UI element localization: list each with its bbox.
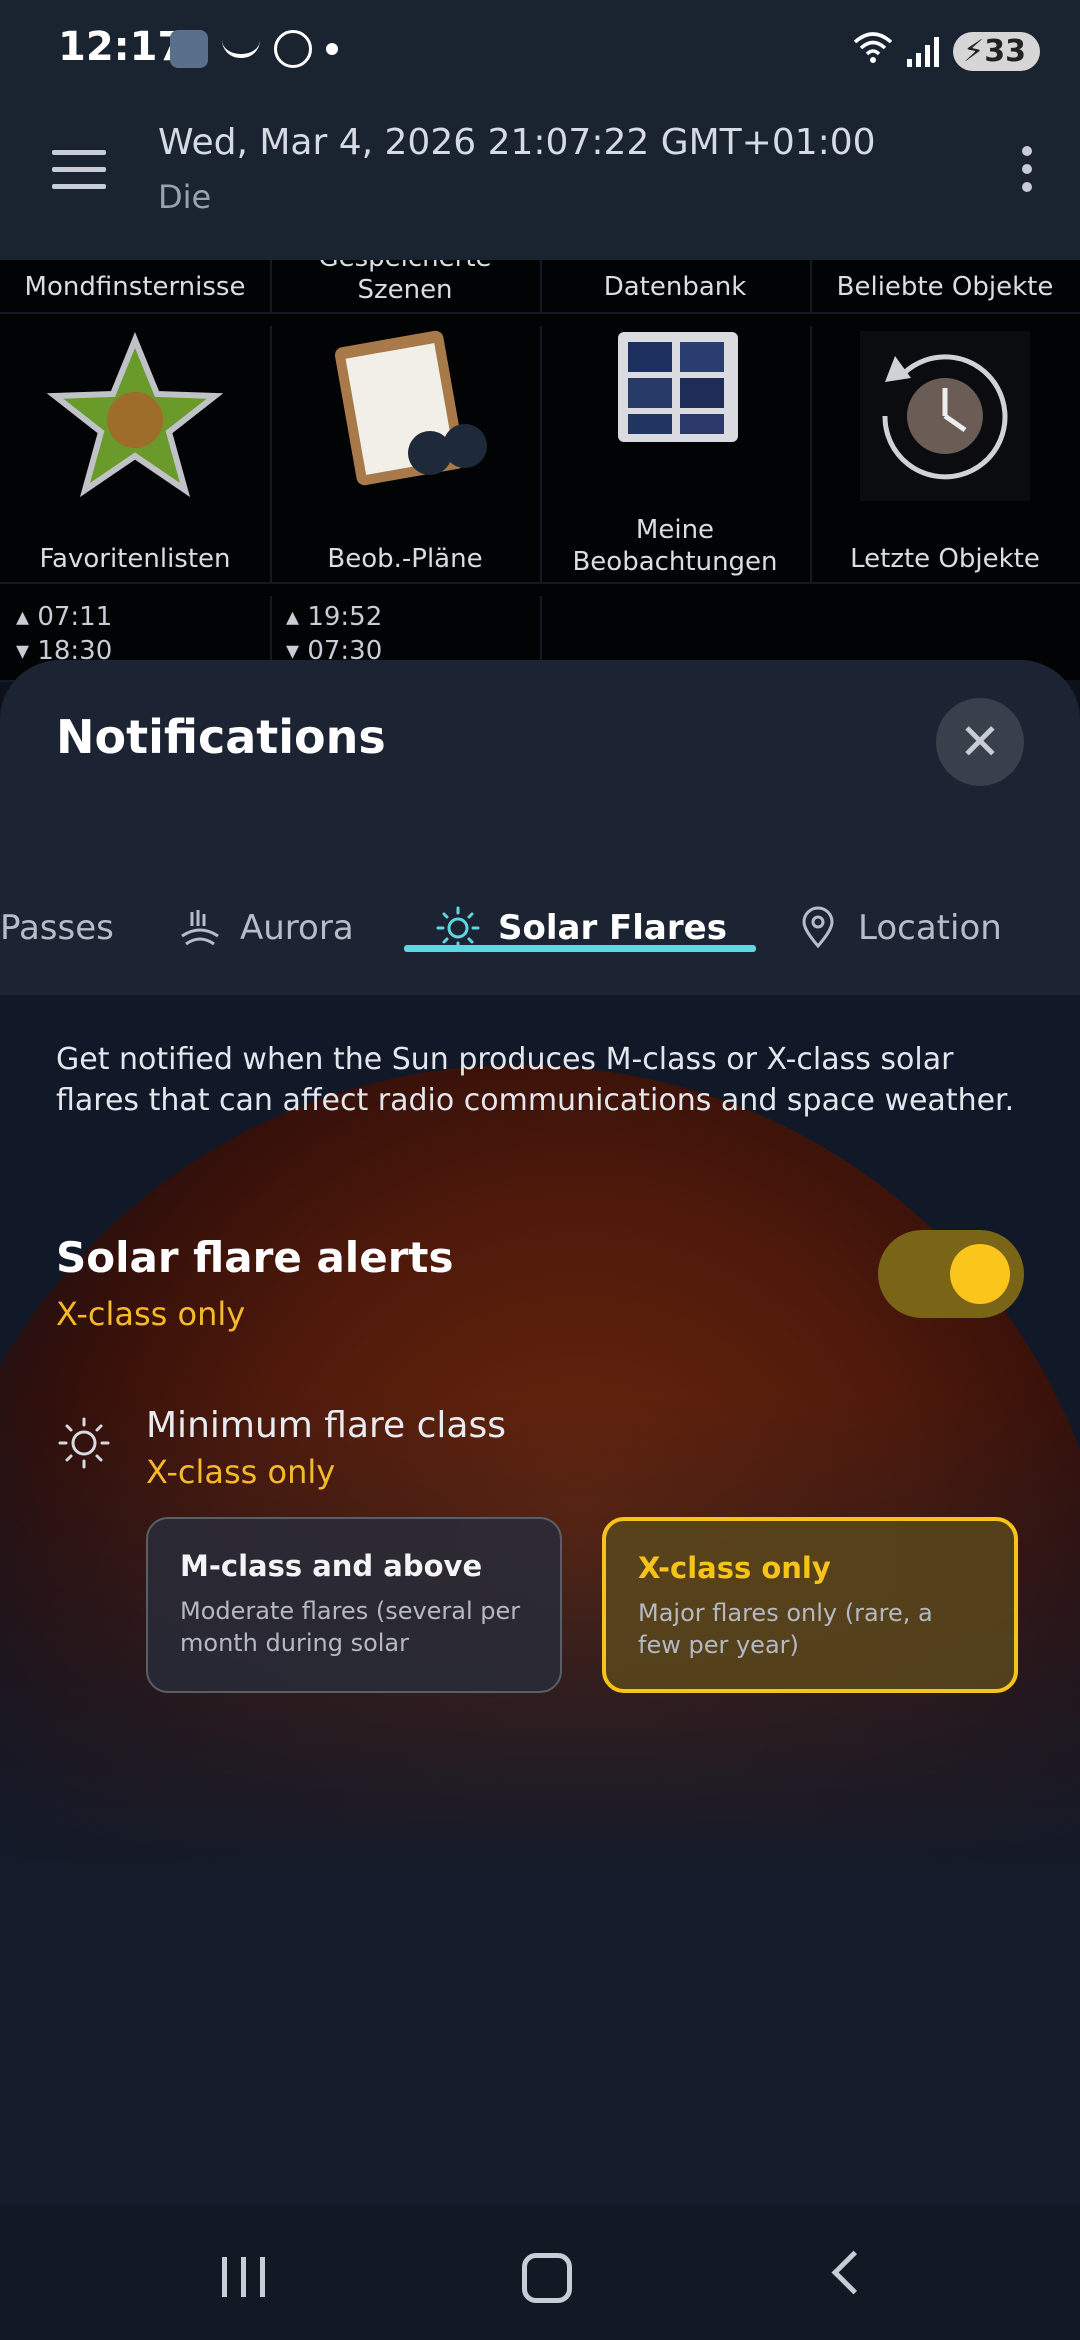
option-description: Major flares only (rare, a few per year) <box>638 1599 933 1659</box>
status-system-icons: ⚡33 <box>853 30 1040 72</box>
option-title: M-class and above <box>180 1549 483 1583</box>
rise-time-value: 19:52 <box>307 602 383 632</box>
grid-item-gespeicherte-szenen[interactable]: Gespeicherte Szenen <box>270 260 542 314</box>
amazon-icon <box>222 40 260 58</box>
wifi-icon <box>853 30 893 72</box>
system-nav-bar <box>0 2205 1080 2340</box>
toggle-knob <box>950 1244 1010 1304</box>
grid-item-letzte-objekte[interactable]: Letzte Objekte <box>810 326 1080 584</box>
clipboard-binoculars-icon <box>334 330 487 486</box>
grid-item-label: Mondfinsternisse <box>24 272 246 302</box>
grid-item-label: Favoritenlisten <box>39 544 231 574</box>
grid-item-label: Meine Beobachtungen <box>572 515 778 577</box>
alert-toggle-title: Solar flare alerts <box>56 1233 454 1282</box>
min-flare-class-value: X-class only <box>146 1453 336 1491</box>
sun-icon <box>436 906 480 949</box>
globe-icon <box>274 30 312 68</box>
option-description: Moderate flares (several per month durin… <box>180 1597 521 1657</box>
min-flare-class-title: Minimum flare class <box>146 1405 506 1446</box>
app-bar: Wed, Mar 4, 2026 21:07:22 GMT+01:00 Die <box>0 100 1080 260</box>
grid-item-label: Datenbank <box>603 272 747 302</box>
sun-icon <box>58 1417 110 1469</box>
close-button[interactable]: ✕ <box>936 698 1024 786</box>
back-button[interactable] <box>831 2250 876 2295</box>
star-icon <box>46 332 224 498</box>
tab-label: Location <box>858 907 1002 948</box>
option-m-class[interactable]: M-class and above Moderate flares (sever… <box>146 1517 562 1693</box>
solar-flare-alerts-toggle[interactable] <box>878 1230 1024 1318</box>
grid-item-label: Letzte Objekte <box>850 544 1040 574</box>
grid-item-mondfinsternisse[interactable]: Mondfinsternisse <box>0 260 272 314</box>
grid-item-favoritenlisten[interactable]: Favoritenlisten <box>0 326 272 584</box>
sheet-header: Notifications ✕ Passes Aurora Solar Flar… <box>0 660 1080 995</box>
notifications-sheet: Notifications ✕ Passes Aurora Solar Flar… <box>0 660 1080 2205</box>
app-notification-icon <box>170 30 208 68</box>
signal-icon <box>907 35 940 67</box>
photo-album-icon <box>618 332 738 442</box>
tab-aurora[interactable]: Aurora <box>178 860 354 995</box>
alert-toggle-subtitle: X-class only <box>56 1295 246 1333</box>
tab-passes[interactable]: Passes <box>0 860 114 995</box>
grid-item-meine-beobachtungen[interactable]: Meine Beobachtungen <box>540 326 812 584</box>
sheet-title: Notifications <box>56 710 386 764</box>
rise-time: ▴ 19:52 <box>286 602 383 632</box>
tab-location[interactable]: Location <box>796 860 1002 995</box>
tab-label: Aurora <box>240 907 354 948</box>
grid-item-beob-plaene[interactable]: Beob.-Pläne <box>270 326 542 584</box>
home-button[interactable] <box>522 2253 572 2303</box>
history-galaxy-icon <box>860 331 1030 501</box>
grid-item-datenbank[interactable]: Datenbank <box>540 260 812 314</box>
more-notifications-dot-icon <box>326 43 338 55</box>
feature-grid: Mondfinsternisse Gespeicherte Szenen Dat… <box>0 260 1080 682</box>
solar-flares-panel: Get notified when the Sun produces M-cla… <box>0 995 1080 2205</box>
status-time: 12:17 <box>58 24 186 70</box>
status-notification-icons <box>170 30 338 68</box>
app-subtitle: Die <box>158 178 212 216</box>
option-x-class[interactable]: X-class only Major flares only (rare, a … <box>602 1517 1018 1693</box>
option-title: X-class only <box>638 1551 831 1585</box>
aurora-icon <box>181 909 219 945</box>
active-tab-indicator <box>404 945 756 952</box>
rise-time: ▴ 07:11 <box>16 602 113 632</box>
close-icon: ✕ <box>959 713 1001 771</box>
grid-item-beliebte-objekte[interactable]: Beliebte Objekte <box>810 260 1080 314</box>
rise-time-value: 07:11 <box>37 602 113 632</box>
battery-indicator: ⚡33 <box>953 31 1040 71</box>
grid-item-label: Beob.-Pläne <box>327 544 483 574</box>
grid-item-label: Beliebte Objekte <box>836 272 1054 302</box>
app-title: Wed, Mar 4, 2026 21:07:22 GMT+01:00 <box>158 122 876 163</box>
grid-item-label: Gespeicherte Szenen <box>318 260 491 305</box>
battery-level: 33 <box>984 33 1026 69</box>
recent-apps-button[interactable] <box>222 2257 265 2297</box>
notification-tabs: Passes Aurora Solar Flares Location <box>0 860 1080 995</box>
tab-label: Solar Flares <box>498 907 727 948</box>
status-bar: 12:17 ⚡33 <box>0 0 1080 100</box>
tab-label: Passes <box>0 907 114 948</box>
menu-icon[interactable] <box>52 150 106 201</box>
more-options-icon[interactable] <box>1022 146 1032 192</box>
tab-solar-flares[interactable]: Solar Flares <box>436 860 727 995</box>
panel-description: Get notified when the Sun produces M-cla… <box>56 1042 1015 1118</box>
location-pin-icon <box>802 906 834 948</box>
